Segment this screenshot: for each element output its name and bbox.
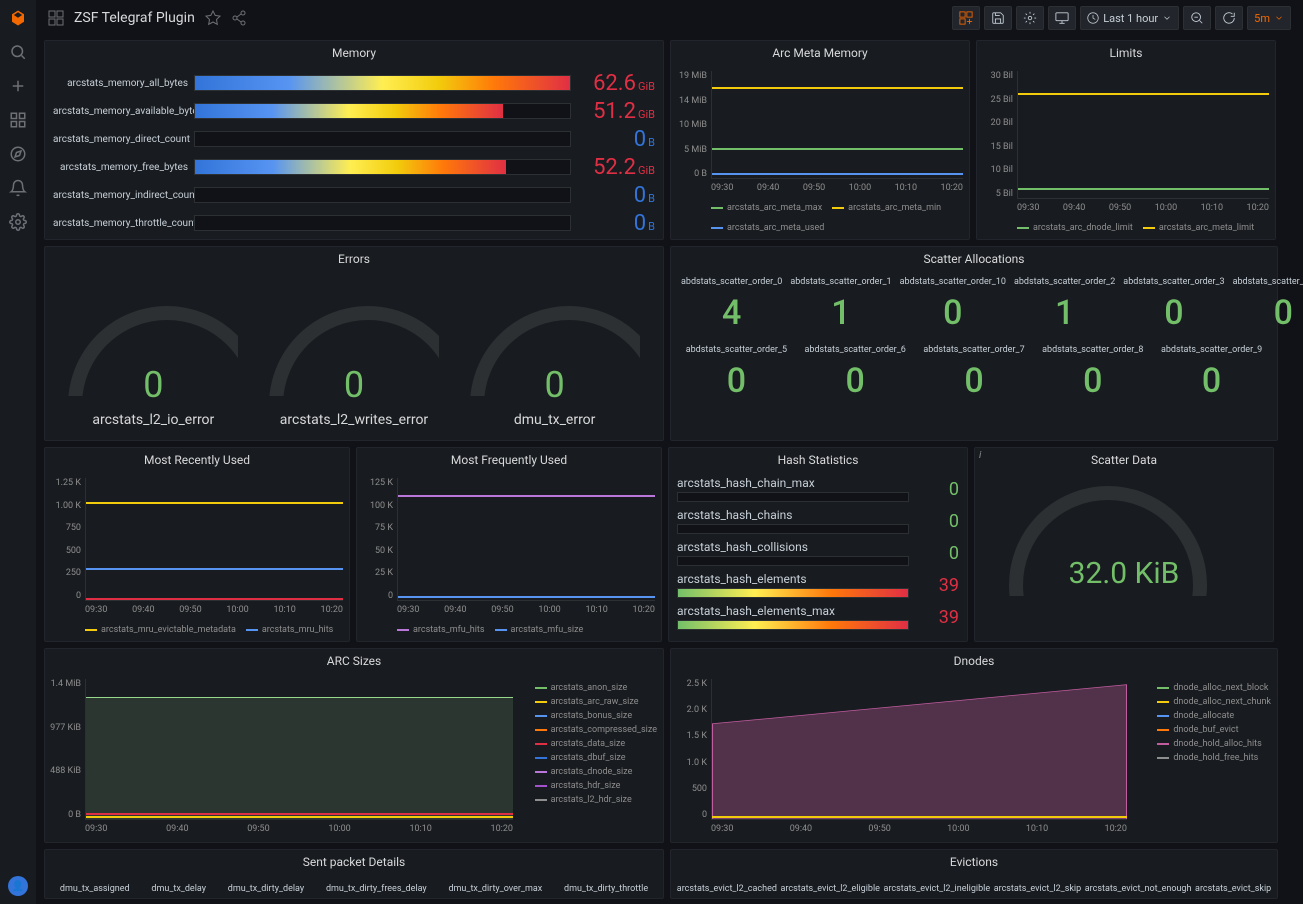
refresh-button[interactable] — [1215, 6, 1243, 30]
time-range-button[interactable]: Last 1 hour — [1080, 6, 1179, 30]
memory-bar-row: arcstats_memory_direct_count 0B — [53, 125, 655, 153]
panel-limits[interactable]: Limits 30 Bil25 Bil20 Bil15 Bil10 Bil5 B… — [976, 40, 1276, 240]
legend-item[interactable]: arcstats_l2_hdr_size — [535, 795, 657, 805]
hash-stat-row: arcstats_hash_chains0 — [677, 508, 959, 534]
scatter-stat: abdstats_scatter_order_40 — [1231, 275, 1303, 335]
legend-item[interactable]: dnode_hold_alloc_hits — [1157, 739, 1271, 749]
settings-button[interactable] — [1016, 6, 1044, 30]
scatter-stat: abdstats_scatter_order_90 — [1154, 343, 1269, 403]
legend-item[interactable]: arcstats_arc_meta_min — [832, 203, 941, 213]
scatter-stat: abdstats_scatter_order_60 — [798, 343, 913, 403]
scatter-stat: abdstats_scatter_order_30 — [1121, 275, 1226, 335]
memory-bar-row: arcstats_memory_free_bytes 52.2GiB — [53, 153, 655, 181]
panel-title: Memory — [45, 41, 663, 65]
legend-item[interactable]: arcstats_mru_hits — [246, 625, 333, 635]
explore-icon[interactable] — [8, 144, 28, 164]
sent-stat: dmu_tx_dirty_over_max — [448, 884, 542, 894]
dashboard-icon — [48, 10, 64, 26]
panel-memory[interactable]: Memory arcstats_memory_all_bytes 62.6GiB… — [44, 40, 664, 240]
evict-stat: arcstats_evict_l2_cached — [677, 884, 777, 894]
sent-stat: dmu_tx_delay — [151, 884, 206, 894]
hash-stat-row: arcstats_hash_elements39 — [677, 572, 959, 598]
dashboards-icon[interactable] — [8, 110, 28, 130]
evict-stat: arcstats_evict_skip — [1195, 884, 1271, 894]
legend-item[interactable]: arcstats_hdr_size — [535, 781, 657, 791]
panel-mfu[interactable]: Most Frequently Used 125 K100 K75 K50 K2… — [356, 447, 662, 642]
legend-item[interactable]: arcstats_dnode_size — [535, 767, 657, 777]
memory-bar-row: arcstats_memory_throttle_count 0B — [53, 209, 655, 237]
panel-scatter-allocations[interactable]: Scatter Allocations abdstats_scatter_ord… — [670, 246, 1278, 441]
scatter-stat: abdstats_scatter_order_100 — [898, 275, 1008, 335]
legend-item[interactable]: dnode_buf_evict — [1157, 725, 1271, 735]
dashboard-title[interactable]: ZSF Telegraf Plugin — [74, 10, 195, 26]
info-icon[interactable]: i — [979, 450, 981, 461]
panel-sent-packet[interactable]: Sent packet Details dmu_tx_assigneddmu_t… — [44, 849, 664, 899]
legend-item[interactable]: dnode_alloc_next_block — [1157, 683, 1271, 693]
legend-item[interactable]: arcstats_anon_size — [535, 683, 657, 693]
evict-stat: arcstats_evict_l2_skip — [994, 884, 1081, 894]
panel-errors[interactable]: Errors 0arcstats_l2_io_error0arcstats_l2… — [44, 246, 664, 441]
hash-stat-row: arcstats_hash_chain_max0 — [677, 476, 959, 502]
scatter-stat: abdstats_scatter_order_80 — [1035, 343, 1150, 403]
sent-stat: dmu_tx_assigned — [60, 884, 130, 894]
panel-arc-sizes[interactable]: ARC Sizes 1.4 MiB977 KiB488 KiB0 B09:300… — [44, 648, 664, 843]
hash-stat-row: arcstats_hash_collisions0 — [677, 540, 959, 566]
legend-item[interactable]: dnode_alloc_next_chunk — [1157, 697, 1271, 707]
user-avatar[interactable]: 👤 — [8, 876, 28, 896]
grafana-logo-icon[interactable] — [8, 8, 28, 28]
star-icon[interactable] — [205, 10, 221, 26]
memory-bar-row: arcstats_memory_all_bytes 62.6GiB — [53, 69, 655, 97]
error-gauge: 0dmu_tx_error — [470, 306, 640, 428]
legend-item[interactable]: arcstats_data_size — [535, 739, 657, 749]
memory-bar-row: arcstats_memory_indirect_count 0B — [53, 181, 655, 209]
legend-item[interactable]: dnode_hold_free_hits — [1157, 753, 1271, 763]
memory-bar-row: arcstats_memory_available_bytes 51.2GiB — [53, 97, 655, 125]
legend-item[interactable]: arcstats_dbuf_size — [535, 753, 657, 763]
legend-item[interactable]: arcstats_arc_raw_size — [535, 697, 657, 707]
panel-mru[interactable]: Most Recently Used 1.25 K1.00 K750500250… — [44, 447, 350, 642]
legend-item[interactable]: arcstats_mfu_size — [495, 625, 584, 635]
panel-hash[interactable]: Hash Statistics arcstats_hash_chain_max0… — [668, 447, 968, 642]
legend-item[interactable]: dnode_allocate — [1157, 711, 1271, 721]
scatter-stat: abdstats_scatter_order_70 — [917, 343, 1032, 403]
plus-icon[interactable] — [8, 76, 28, 96]
legend-item[interactable]: arcstats_arc_meta_limit — [1143, 223, 1254, 233]
scatter-data-value: 32.0 KiB — [983, 556, 1265, 591]
save-button[interactable] — [984, 6, 1012, 30]
alerting-icon[interactable] — [8, 178, 28, 198]
panel-scatter-data[interactable]: i Scatter Data 32.0 KiB — [974, 447, 1274, 642]
monitor-button[interactable] — [1048, 6, 1076, 30]
sent-stat: dmu_tx_dirty_delay — [228, 884, 304, 894]
scatter-stat: abdstats_scatter_order_11 — [788, 275, 893, 335]
legend-item[interactable]: arcstats_bonus_size — [535, 711, 657, 721]
evict-stat: arcstats_evict_l2_ineligible — [884, 884, 991, 894]
legend-item[interactable]: arcstats_compressed_size — [535, 725, 657, 735]
scatter-stat: abdstats_scatter_order_21 — [1012, 275, 1117, 335]
configuration-icon[interactable] — [8, 212, 28, 232]
scatter-stat: abdstats_scatter_order_50 — [679, 343, 794, 403]
error-gauge: 0arcstats_l2_writes_error — [269, 306, 439, 428]
zoom-out-button[interactable] — [1183, 6, 1211, 30]
legend-item[interactable]: arcstats_arc_dnode_limit — [1017, 223, 1133, 233]
scatter-stat: abdstats_scatter_order_04 — [679, 275, 784, 335]
error-gauge: 0arcstats_l2_io_error — [68, 306, 238, 428]
panel-evictions[interactable]: Evictions arcstats_evict_l2_cachedarcsta… — [670, 849, 1278, 899]
evict-stat: arcstats_evict_l2_eligible — [781, 884, 880, 894]
sent-stat: dmu_tx_dirty_throttle — [564, 884, 648, 894]
legend-item[interactable]: arcstats_mfu_hits — [397, 625, 485, 635]
panel-arc-meta[interactable]: Arc Meta Memory 19 MiB14 MiB10 MiB5 MiB0… — [670, 40, 970, 240]
refresh-interval-button[interactable]: 5m — [1247, 6, 1291, 30]
search-icon[interactable] — [8, 42, 28, 62]
legend-item[interactable]: arcstats_arc_meta_used — [711, 223, 824, 233]
dashboard-header: ZSF Telegraf Plugin Last 1 hour 5m — [36, 0, 1303, 36]
panel-dnodes[interactable]: Dnodes 2.5 K2.0 K1.5 K1.0 K500009:3009:4… — [670, 648, 1278, 843]
share-icon[interactable] — [231, 10, 247, 26]
evict-stat: arcstats_evict_not_enough — [1085, 884, 1192, 894]
hash-stat-row: arcstats_hash_elements_max39 — [677, 604, 959, 630]
legend-item[interactable]: arcstats_mru_evictable_metadata — [85, 625, 236, 635]
nav-sidebar: 👤 — [0, 0, 36, 904]
add-panel-button[interactable] — [952, 6, 980, 30]
sent-stat: dmu_tx_dirty_frees_delay — [326, 884, 427, 894]
legend-item[interactable]: arcstats_arc_meta_max — [711, 203, 822, 213]
